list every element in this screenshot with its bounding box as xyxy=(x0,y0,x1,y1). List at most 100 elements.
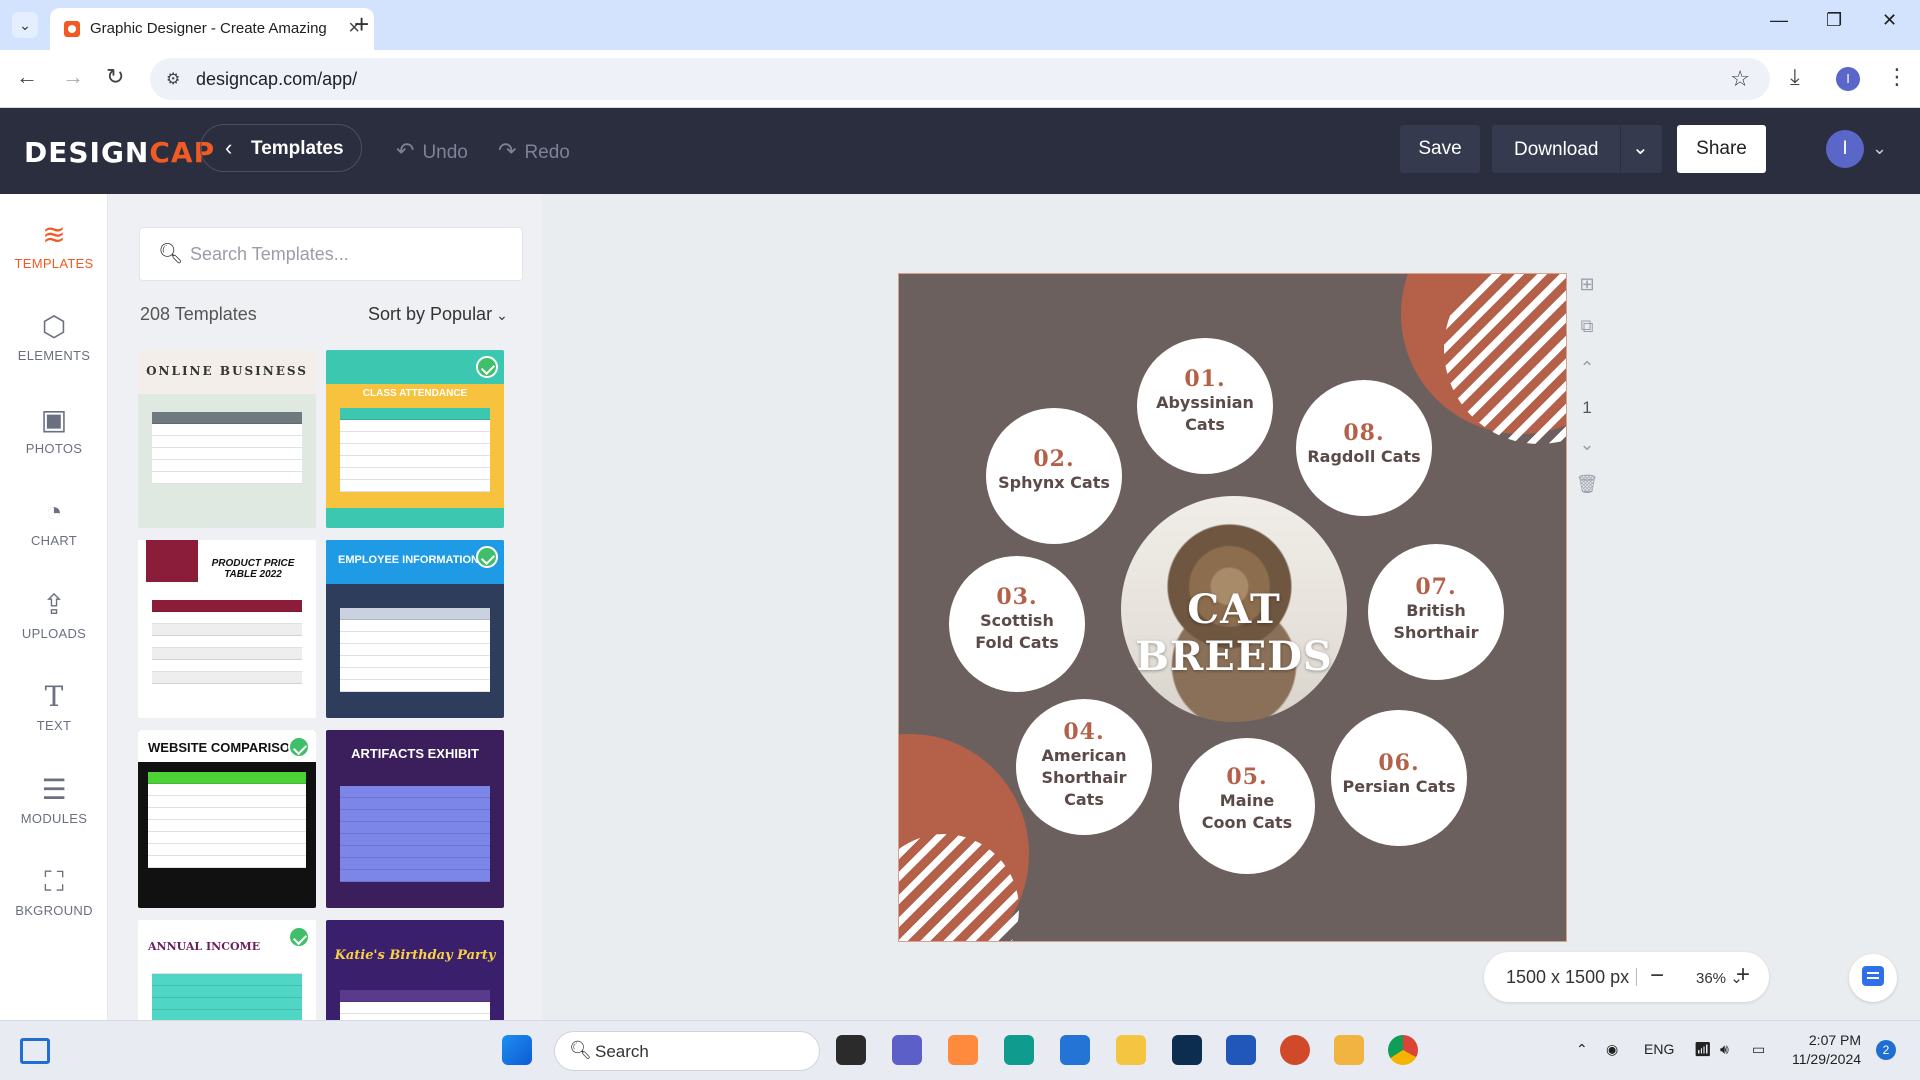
breed-circle[interactable]: 08. Ragdoll Cats xyxy=(1296,380,1432,516)
system-clock[interactable]: 2:07 PM 11/29/2024 xyxy=(1792,1031,1861,1069)
sidebar-item-elements[interactable]: ⬡ ELEMENTS xyxy=(0,294,108,382)
undo-button[interactable]: ↶ Undo xyxy=(396,138,468,164)
word-icon[interactable] xyxy=(1226,1035,1256,1065)
sidebar-item-text[interactable]: T TEXT xyxy=(0,664,108,752)
minimize-icon[interactable]: — xyxy=(1770,10,1788,31)
teams-icon[interactable] xyxy=(892,1035,922,1065)
breed-name: British Shorthair xyxy=(1393,601,1479,642)
breed-number: 03. xyxy=(996,584,1038,610)
network-status-icon[interactable]: ◉ xyxy=(1606,1041,1618,1058)
template-thumbnail[interactable]: ONLINE BUSINESS xyxy=(138,350,316,528)
user-avatar[interactable]: I xyxy=(1826,130,1864,168)
language-indicator[interactable]: ENG xyxy=(1644,1041,1674,1057)
designcap-logo[interactable]: DESIGNCAP xyxy=(24,136,215,169)
clock-date: 11/29/2024 xyxy=(1792,1051,1862,1067)
breed-circle[interactable]: 06. Persian Cats xyxy=(1331,710,1467,846)
battery-icon[interactable]: ▭ xyxy=(1752,1041,1765,1058)
cat-photo[interactable]: CAT BREEDS xyxy=(1121,496,1347,722)
breed-number: 04. xyxy=(1063,719,1105,745)
chat-support-button[interactable] xyxy=(1849,954,1897,1002)
downloads-icon[interactable]: ⤓ xyxy=(1790,64,1800,90)
back-icon[interactable]: ← xyxy=(16,64,38,90)
design-canvas[interactable]: 01. Abyssinian Cats 02. Sphynx Cats 03. … xyxy=(899,274,1566,941)
move-down-icon[interactable]: ⌄ xyxy=(1575,434,1599,455)
sidebar-item-modules[interactable]: ☰ MODULES xyxy=(0,757,108,845)
url-text[interactable]: designcap.com/app/ xyxy=(196,69,357,90)
taskbar-search[interactable]: 🔍︎ Search xyxy=(554,1031,820,1071)
template-thumbnail[interactable]: EMPLOYEE INFORMATION xyxy=(326,540,504,718)
store-icon[interactable] xyxy=(1060,1035,1090,1065)
widgets-icon[interactable] xyxy=(20,1038,50,1064)
template-search-box[interactable]: 🔍︎ xyxy=(140,228,522,280)
file-explorer-icon[interactable] xyxy=(1116,1035,1146,1065)
sidebar-item-chart[interactable]: ◔ CHART xyxy=(0,479,108,567)
breed-circle[interactable]: 01. Abyssinian Cats xyxy=(1137,338,1273,474)
breed-name: Persian Cats xyxy=(1342,777,1456,796)
wifi-icon[interactable]: 📶︎ xyxy=(1694,1041,1712,1058)
move-up-icon[interactable]: ⌃ xyxy=(1575,358,1599,379)
share-button[interactable]: Share xyxy=(1677,125,1766,173)
download-options-chevron-icon[interactable]: ⌄ xyxy=(1632,135,1649,160)
browser-tab[interactable]: Graphic Designer - Create Amazing Graphi… xyxy=(50,8,374,50)
breed-circle[interactable]: 04. American Shorthair Cats xyxy=(1016,699,1152,835)
powerpoint-icon[interactable] xyxy=(1280,1035,1310,1065)
chrome-menu-icon[interactable]: ⋮ xyxy=(1886,64,1908,90)
templates-back-button[interactable]: ‹ Templates xyxy=(200,124,362,172)
forward-icon[interactable]: → xyxy=(62,64,84,90)
download-label: Download xyxy=(1514,139,1599,160)
elements-icon: ⬡ xyxy=(41,311,67,342)
template-thumbnail[interactable]: ARTIFACTS EXHIBIT xyxy=(326,730,504,908)
close-window-icon[interactable]: ✕ xyxy=(1882,10,1897,31)
save-button[interactable]: Save xyxy=(1400,125,1480,173)
breed-circle[interactable]: 07. British Shorthair xyxy=(1368,544,1504,680)
windows-start-icon[interactable] xyxy=(502,1035,532,1065)
sidebar-item-photos[interactable]: ▣ PHOTOS xyxy=(0,387,108,475)
app-hexagon-icon[interactable] xyxy=(1334,1035,1364,1065)
left-sidebar: ≋ TEMPLATES ⬡ ELEMENTS ▣ PHOTOS ◔ CHART ⇪ UPL… xyxy=(0,194,108,1020)
user-menu-chevron-icon[interactable]: ⌄ xyxy=(1872,138,1887,159)
add-page-icon[interactable]: ⊞ xyxy=(1575,274,1599,295)
duplicate-page-icon[interactable]: ⧉ xyxy=(1575,316,1599,337)
chrome-profile-avatar[interactable]: I xyxy=(1836,67,1860,91)
design-title: CAT BREEDS xyxy=(1135,586,1333,680)
edge-icon[interactable] xyxy=(1004,1035,1034,1065)
breed-circle[interactable]: 03. Scottish Fold Cats xyxy=(949,556,1085,692)
photoshop-icon[interactable] xyxy=(1172,1035,1202,1065)
task-view-icon[interactable] xyxy=(836,1035,866,1065)
template-thumbnail[interactable]: PRODUCT PRICE TABLE 2022 xyxy=(138,540,316,718)
sidebar-item-uploads[interactable]: ⇪ UPLOADS xyxy=(0,572,108,660)
notification-badge[interactable]: 2 xyxy=(1876,1040,1896,1060)
bookmark-star-icon[interactable]: ☆ xyxy=(1730,66,1750,92)
chrome-icon[interactable] xyxy=(1388,1035,1418,1065)
zoom-in-icon[interactable]: + xyxy=(1736,961,1750,989)
reload-icon[interactable]: ↻ xyxy=(106,64,124,90)
omnibox[interactable]: ⚙ designcap.com/app/ ☆ xyxy=(150,58,1770,100)
premium-badge-icon xyxy=(288,926,310,948)
canvas-dimensions[interactable]: 1500 x 1500 px xyxy=(1506,967,1629,988)
template-thumbnail[interactable]: WEBSITE COMPARISON xyxy=(138,730,316,908)
paint-icon[interactable] xyxy=(948,1035,978,1065)
tray-chevron-up-icon[interactable]: ⌃ xyxy=(1576,1041,1588,1058)
delete-page-icon[interactable]: 🗑︎ xyxy=(1575,474,1599,495)
tab-search-chevron-icon[interactable]: ⌄ xyxy=(12,12,38,38)
redo-button[interactable]: ↷ Redo xyxy=(498,138,570,164)
breed-circle[interactable]: 02. Sphynx Cats xyxy=(986,408,1122,544)
sidebar-item-templates[interactable]: ≋ TEMPLATES xyxy=(0,202,108,290)
site-info-icon[interactable]: ⚙ xyxy=(166,69,180,89)
layers-icon: ≋ xyxy=(42,219,66,250)
restore-icon[interactable]: ❐ xyxy=(1826,10,1842,31)
canvas-size-zoom-bar: 1500 x 1500 px − 36% ⌄ + xyxy=(1484,952,1769,1002)
zoom-out-icon[interactable]: − xyxy=(1650,962,1664,990)
template-search-input[interactable] xyxy=(190,240,500,268)
template-thumbnail[interactable]: CLASS ATTENDANCE xyxy=(326,350,504,528)
breed-circle[interactable]: 05. Maine Coon Cats xyxy=(1179,738,1315,874)
sidebar-item-background[interactable]: ⛶ BKGROUND xyxy=(0,849,108,937)
download-button[interactable]: Download ⌄ xyxy=(1492,125,1662,173)
template-thumbnail[interactable]: ANNUAL INCOME xyxy=(138,920,316,1020)
sidebar-item-label: PHOTOS xyxy=(25,441,83,456)
volume-icon[interactable]: 🔊︎ xyxy=(1720,1041,1729,1058)
template-thumbnail[interactable]: Katie's Birthday Party xyxy=(326,920,504,1020)
chat-icon xyxy=(1862,966,1884,986)
sort-dropdown[interactable]: Sort by Popular ⌄ xyxy=(368,304,508,325)
new-tab-icon[interactable]: + xyxy=(354,10,369,38)
